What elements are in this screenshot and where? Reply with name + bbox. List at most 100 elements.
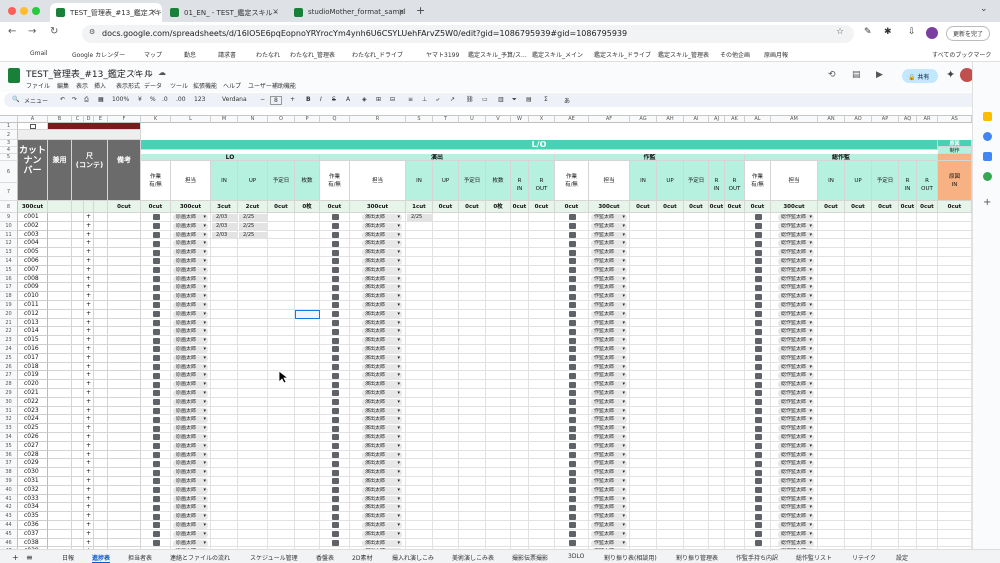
- merge-cells-icon[interactable]: ⊟: [390, 96, 395, 103]
- redo-icon[interactable]: ↷: [72, 96, 77, 103]
- cut-number-cell[interactable]: c023: [18, 406, 48, 416]
- row-number[interactable]: 24: [0, 345, 18, 354]
- cut-number-cell[interactable]: c024: [18, 415, 48, 425]
- row-number[interactable]: 20: [0, 309, 18, 319]
- duration-cell[interactable]: +: [84, 538, 94, 548]
- work-checkbox[interactable]: [569, 531, 576, 538]
- work-checkbox[interactable]: [332, 355, 339, 362]
- empty-cell[interactable]: [72, 485, 84, 495]
- sheet-tab[interactable]: 担当者表: [128, 553, 152, 562]
- cloud-status-icon[interactable]: ☁: [158, 68, 166, 77]
- empty-cell[interactable]: [108, 318, 141, 328]
- row-number[interactable]: 31: [0, 406, 18, 416]
- empty-cell[interactable]: [72, 239, 84, 249]
- work-checkbox[interactable]: [755, 478, 762, 485]
- sheet-tab[interactable]: 設定: [896, 553, 908, 562]
- empty-cell[interactable]: [108, 309, 141, 319]
- empty-cell[interactable]: [72, 380, 84, 389]
- minimize-window-icon[interactable]: [20, 7, 28, 15]
- work-checkbox[interactable]: [755, 531, 762, 538]
- font-size-increase-icon[interactable]: +: [290, 96, 295, 103]
- work-checkbox[interactable]: [332, 443, 339, 450]
- bookmark-item[interactable]: わたなれ_ドライブ: [352, 50, 403, 59]
- bookmark-item[interactable]: わたなれ_管理表: [290, 50, 335, 59]
- work-checkbox[interactable]: [755, 425, 762, 432]
- empty-cell[interactable]: [48, 406, 72, 416]
- filter-icon[interactable]: ⏷: [512, 96, 517, 104]
- work-checkbox[interactable]: [153, 408, 160, 414]
- forward-icon[interactable]: →: [28, 26, 36, 37]
- cut-number-cell[interactable]: c014: [18, 327, 48, 337]
- duration-cell[interactable]: +: [84, 424, 94, 433]
- work-checkbox[interactable]: [755, 540, 762, 546]
- extensions-icon[interactable]: ✱: [884, 27, 892, 37]
- empty-cell[interactable]: [48, 494, 72, 504]
- work-checkbox[interactable]: [153, 258, 160, 265]
- work-checkbox[interactable]: [755, 302, 762, 309]
- empty-cell[interactable]: [48, 221, 72, 231]
- work-checkbox[interactable]: [153, 311, 160, 318]
- work-checkbox[interactable]: [153, 284, 160, 291]
- bookmark-star-icon[interactable]: ☆: [836, 27, 844, 37]
- tasks-icon[interactable]: [983, 132, 992, 141]
- work-checkbox[interactable]: [569, 249, 576, 256]
- lo-up-date[interactable]: 2/25: [239, 214, 267, 221]
- work-checkbox[interactable]: [332, 372, 339, 379]
- row-number[interactable]: 13: [0, 248, 18, 257]
- cut-number-cell[interactable]: c016: [18, 345, 48, 354]
- paint-format-icon[interactable]: ▦: [98, 96, 104, 103]
- column-header[interactable]: B: [48, 116, 72, 123]
- sheet-tab[interactable]: 総作監リスト: [796, 553, 832, 562]
- cut-number-cell[interactable]: c012: [18, 309, 48, 319]
- empty-cell[interactable]: [72, 521, 84, 530]
- empty-cell[interactable]: [72, 265, 84, 275]
- work-checkbox[interactable]: [332, 302, 339, 309]
- empty-cell[interactable]: [48, 380, 72, 389]
- work-checkbox[interactable]: [332, 381, 339, 388]
- cut-number-cell[interactable]: c013: [18, 318, 48, 328]
- work-checkbox[interactable]: [332, 267, 339, 274]
- column-header[interactable]: M: [211, 116, 238, 123]
- cut-number-cell[interactable]: c002: [18, 221, 48, 231]
- row-number[interactable]: 4: [0, 147, 18, 154]
- work-checkbox[interactable]: [755, 408, 762, 414]
- empty-cell[interactable]: [94, 529, 108, 539]
- bookmark-item[interactable]: 鑑定スキル_予算/ス...: [468, 50, 527, 59]
- empty-cell[interactable]: [72, 274, 84, 284]
- row-number[interactable]: 2: [0, 130, 18, 140]
- work-checkbox[interactable]: [569, 372, 576, 379]
- site-info-icon[interactable]: ⚙: [89, 28, 95, 36]
- empty-cell[interactable]: [94, 345, 108, 354]
- menu-item[interactable]: ツール: [170, 81, 188, 90]
- work-checkbox[interactable]: [755, 258, 762, 265]
- row-number[interactable]: 3: [0, 140, 18, 147]
- cut-number-cell[interactable]: c027: [18, 441, 48, 451]
- work-checkbox[interactable]: [755, 513, 762, 520]
- work-checkbox[interactable]: [755, 522, 762, 529]
- work-checkbox[interactable]: [332, 513, 339, 520]
- empty-cell[interactable]: [48, 415, 72, 425]
- history-icon[interactable]: ⟲: [828, 70, 836, 80]
- work-checkbox[interactable]: [569, 522, 576, 529]
- empty-cell[interactable]: [48, 468, 72, 477]
- work-checkbox[interactable]: [153, 232, 160, 238]
- wrap-icon[interactable]: ⤶: [436, 96, 439, 104]
- empty-cell[interactable]: [108, 538, 141, 548]
- empty-cell[interactable]: [72, 424, 84, 433]
- close-tab-icon[interactable]: ×: [272, 7, 279, 16]
- duration-cell[interactable]: +: [84, 441, 94, 451]
- selected-cell[interactable]: [295, 309, 320, 319]
- empty-cell[interactable]: [48, 477, 72, 486]
- bookmark-item[interactable]: 勤怠: [184, 50, 196, 59]
- empty-cell[interactable]: [108, 503, 141, 513]
- cut-number-cell[interactable]: c010: [18, 292, 48, 301]
- empty-cell[interactable]: [48, 318, 72, 328]
- empty-cell[interactable]: [94, 248, 108, 257]
- empty-cell[interactable]: [72, 283, 84, 293]
- row-number[interactable]: 29: [0, 389, 18, 398]
- duration-cell[interactable]: +: [84, 371, 94, 381]
- work-checkbox[interactable]: [332, 276, 339, 282]
- row-number[interactable]: 33: [0, 424, 18, 433]
- work-checkbox[interactable]: [153, 372, 160, 379]
- empty-cell[interactable]: [108, 512, 141, 521]
